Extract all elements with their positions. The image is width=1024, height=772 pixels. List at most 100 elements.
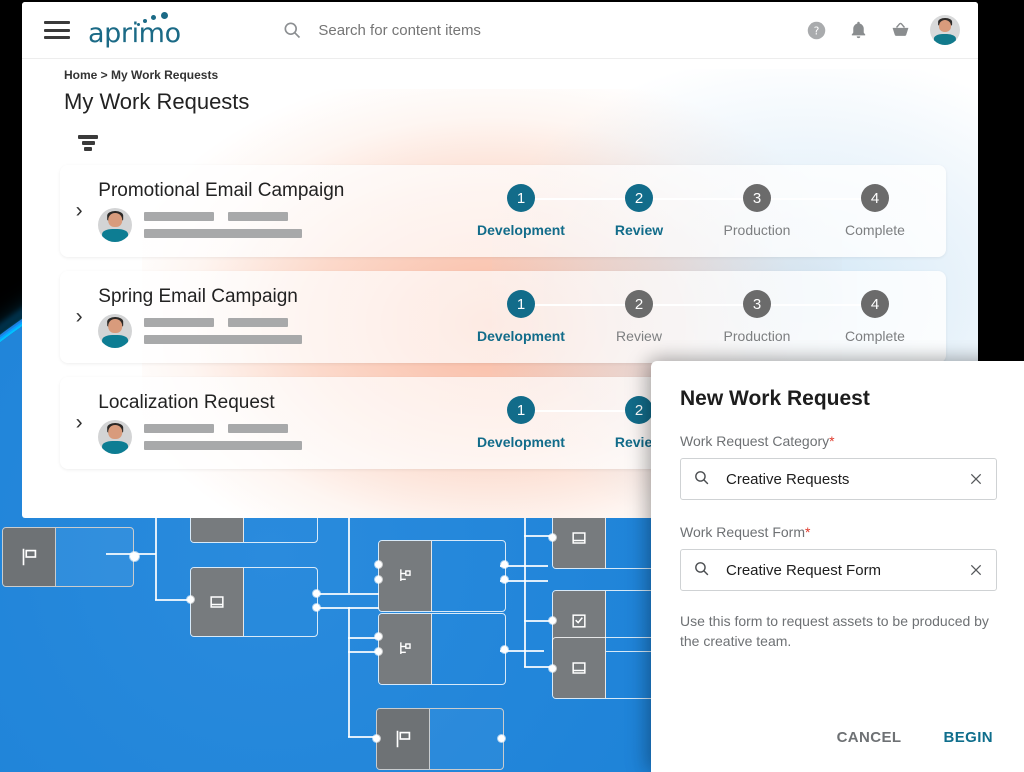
form-field-label: Work Request Form* <box>680 524 997 540</box>
tree-icon <box>379 541 432 611</box>
step-number: 1 <box>507 290 535 318</box>
row-avatar <box>98 314 133 348</box>
step-label: Production <box>723 222 791 238</box>
row-avatar <box>98 208 133 242</box>
user-avatar[interactable] <box>930 15 960 45</box>
node-body <box>56 528 133 586</box>
row-avatar <box>98 420 133 454</box>
step-number: 4 <box>861 290 889 318</box>
step-number: 1 <box>507 184 535 212</box>
step-complete[interactable]: 4 Complete <box>816 184 934 238</box>
diagram-node-tree-2 <box>378 540 506 612</box>
dialog-actions: CANCEL BEGIN <box>651 723 997 752</box>
step-development[interactable]: 1 Development <box>462 184 639 238</box>
filter-icon[interactable] <box>78 135 98 151</box>
screen: aprimo Search for content items ? Home >… <box>0 0 1024 772</box>
form-input[interactable] <box>724 560 957 580</box>
breadcrumb-bar: Home > My Work Requests My Work Requests <box>22 58 978 129</box>
diagram-node-flag-bottom <box>376 708 504 770</box>
header-actions: ? <box>804 15 960 45</box>
required-asterisk: * <box>829 433 835 449</box>
form-help-text: Use this form to request assets to be pr… <box>680 613 989 650</box>
expand-chevron-icon[interactable]: › <box>60 411 98 435</box>
row-title: Promotional Email Campaign <box>98 180 345 201</box>
row-steps: 1 Development 2 Review 3 Production <box>462 290 946 344</box>
notifications-bell-icon[interactable] <box>846 18 870 42</box>
step-label: Development <box>477 434 565 450</box>
step-development[interactable]: 1 Development <box>462 290 639 344</box>
flag-icon <box>377 709 430 769</box>
search-input[interactable] <box>316 20 703 40</box>
form-label-text: Work Request Form <box>680 524 805 540</box>
step-label: Development <box>477 222 565 238</box>
required-asterisk: * <box>805 524 811 540</box>
clear-x-icon[interactable] <box>968 562 984 578</box>
row-main: Spring Email Campaign <box>98 286 462 348</box>
app-header: aprimo Search for content items ? <box>22 2 978 58</box>
aprimo-logo[interactable]: aprimo <box>88 12 181 47</box>
row-placeholder-bars <box>144 318 303 344</box>
step-review[interactable]: 2 Review <box>580 290 757 344</box>
row-main: Promotional Email Campaign <box>98 180 462 242</box>
step-label: Complete <box>845 222 905 238</box>
filter-bar <box>22 129 978 159</box>
page-title: My Work Requests <box>64 89 250 114</box>
step-number: 3 <box>743 184 771 212</box>
svg-text:?: ? <box>813 25 819 37</box>
step-number: 2 <box>625 184 653 212</box>
table-row[interactable]: › Spring Email Campaign 1 Development 2 … <box>60 271 946 363</box>
step-production[interactable]: 3 Production <box>698 184 875 238</box>
row-title: Spring Email Campaign <box>98 286 298 307</box>
clear-x-icon[interactable] <box>968 471 984 487</box>
diagram-node-window-1 <box>190 567 318 637</box>
step-label: Development <box>477 328 565 344</box>
window-icon <box>553 638 606 698</box>
search-icon <box>282 20 302 40</box>
search-icon <box>693 560 713 580</box>
step-label: Complete <box>845 328 905 344</box>
diagram-node-tree-3 <box>378 613 506 685</box>
new-work-request-dialog: New Work Request Work Request Category* … <box>651 361 1024 772</box>
step-number: 4 <box>861 184 889 212</box>
category-label-text: Work Request Category <box>680 433 830 449</box>
step-number: 2 <box>625 290 653 318</box>
window-icon <box>191 568 244 636</box>
category-input[interactable] <box>724 469 957 489</box>
basket-icon[interactable] <box>888 18 912 42</box>
begin-button[interactable]: BEGIN <box>939 723 997 752</box>
node-body <box>432 614 505 684</box>
cancel-button[interactable]: CANCEL <box>833 723 906 752</box>
dialog-title: New Work Request <box>680 387 870 410</box>
expand-chevron-icon[interactable]: › <box>60 305 98 329</box>
category-field[interactable] <box>680 458 997 500</box>
avatar-head <box>939 19 951 32</box>
step-production[interactable]: 3 Production <box>698 290 875 344</box>
step-review[interactable]: 2 Review <box>580 184 757 238</box>
logo-dots-icon <box>136 12 179 28</box>
step-label: Production <box>723 328 791 344</box>
row-meta <box>98 208 462 242</box>
expand-chevron-icon[interactable]: › <box>60 199 98 223</box>
step-number: 3 <box>743 290 771 318</box>
row-meta <box>98 314 462 348</box>
table-row[interactable]: › Promotional Email Campaign 1 Developme… <box>60 165 946 257</box>
step-complete[interactable]: 4 Complete <box>816 290 934 344</box>
diagram-node-flag-left <box>2 527 134 587</box>
step-development[interactable]: 1 Development <box>462 396 639 450</box>
form-field[interactable] <box>680 549 997 591</box>
search-box[interactable] <box>282 20 703 40</box>
node-body <box>432 541 505 611</box>
row-steps: 1 Development 2 Review 3 Production <box>462 184 946 238</box>
search-area <box>181 20 804 40</box>
help-icon[interactable]: ? <box>804 18 828 42</box>
node-body <box>430 709 503 769</box>
row-placeholder-bars <box>144 212 303 238</box>
avatar-torso <box>933 33 957 45</box>
row-meta <box>98 420 462 454</box>
breadcrumb[interactable]: Home > My Work Requests <box>64 68 978 82</box>
hamburger-menu-icon[interactable] <box>44 21 70 39</box>
step-number: 1 <box>507 396 535 424</box>
flag-icon <box>3 528 56 586</box>
row-title: Localization Request <box>98 392 275 413</box>
step-label: Review <box>614 222 664 238</box>
